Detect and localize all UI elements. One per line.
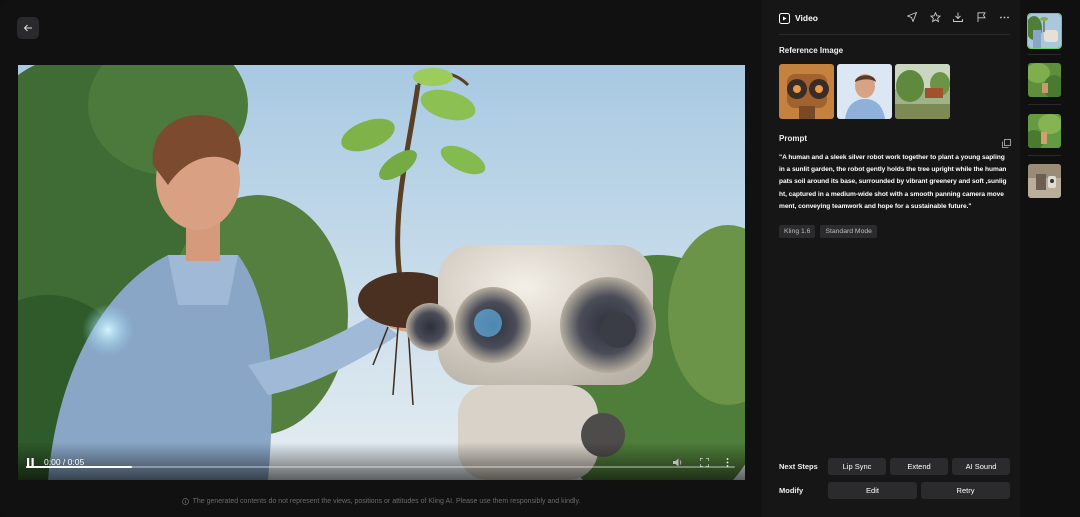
send-icon[interactable]	[906, 11, 918, 23]
info-icon	[181, 498, 189, 505]
prompt-line: ment, conveying teamwork and hope for a …	[779, 202, 972, 210]
history-rail	[1020, 0, 1080, 517]
retry-button[interactable]: Retry	[921, 482, 1010, 499]
tag-list: Kling 1.6 Standard Mode	[779, 225, 877, 238]
video-stage: 0:00 / 0:05 The generated contents do no…	[0, 0, 762, 517]
disclaimer: The generated contents do not represent …	[0, 498, 762, 505]
ai-sound-button[interactable]: AI Sound	[952, 458, 1010, 475]
flag-icon[interactable]	[975, 11, 987, 23]
history-thumb[interactable]	[1028, 114, 1061, 148]
progress-fill	[26, 466, 133, 468]
rail-divider	[1028, 155, 1061, 156]
panel-title: Video	[795, 13, 818, 23]
mode-tag: Standard Mode	[820, 225, 877, 238]
reference-image-robot[interactable]	[779, 64, 834, 119]
lip-sync-button[interactable]: Lip Sync	[828, 458, 886, 475]
prompt-title: Prompt	[779, 134, 807, 143]
reference-images	[779, 64, 950, 119]
progress-bar[interactable]	[26, 466, 735, 468]
history-thumb[interactable]	[1027, 13, 1062, 49]
video-controls: 0:00 / 0:05	[18, 442, 745, 480]
header-divider	[779, 34, 1010, 35]
model-tag: Kling 1.6	[779, 225, 816, 238]
disclaimer-text: The generated contents do not represent …	[192, 498, 581, 505]
reference-image-garden[interactable]	[895, 64, 950, 119]
prompt-line: pats soil around its base, surrounded by…	[779, 178, 1007, 186]
video-player[interactable]: 0:00 / 0:05	[18, 65, 745, 480]
details-panel: Video Reference Image Prompt "A human an…	[762, 0, 1020, 517]
arrow-left-icon	[23, 24, 32, 32]
reference-image-man[interactable]	[837, 64, 892, 119]
reference-title: Reference Image	[779, 46, 844, 55]
prompt-line: in a sunlit garden, the robot gently hol…	[779, 166, 1007, 174]
video-frame	[18, 65, 745, 480]
edit-button[interactable]: Edit	[828, 482, 917, 499]
video-icon	[779, 12, 790, 24]
back-button[interactable]	[17, 17, 39, 39]
prompt-text: "A human and a sleek silver robot work t…	[779, 152, 1011, 213]
header-actions	[906, 11, 1010, 23]
app: 0:00 / 0:05 The generated contents do no…	[0, 0, 1080, 517]
history-thumb[interactable]	[1028, 164, 1061, 198]
rail-divider	[1028, 54, 1061, 55]
prompt-line: "A human and a sleek silver robot work t…	[779, 154, 1005, 161]
next-steps-label: Next Steps	[779, 462, 818, 471]
modify-label: Modify	[779, 486, 804, 495]
star-icon[interactable]	[929, 11, 941, 23]
prompt-line: ht, captured in a medium-wide shot with …	[779, 190, 1004, 198]
extend-button[interactable]: Extend	[890, 458, 948, 475]
history-thumb[interactable]	[1028, 63, 1061, 97]
more-icon[interactable]	[998, 11, 1010, 23]
rail-divider	[1028, 104, 1061, 105]
panel-header: Video	[779, 11, 1010, 25]
download-icon[interactable]	[952, 11, 964, 23]
copy-icon[interactable]	[1002, 135, 1011, 148]
